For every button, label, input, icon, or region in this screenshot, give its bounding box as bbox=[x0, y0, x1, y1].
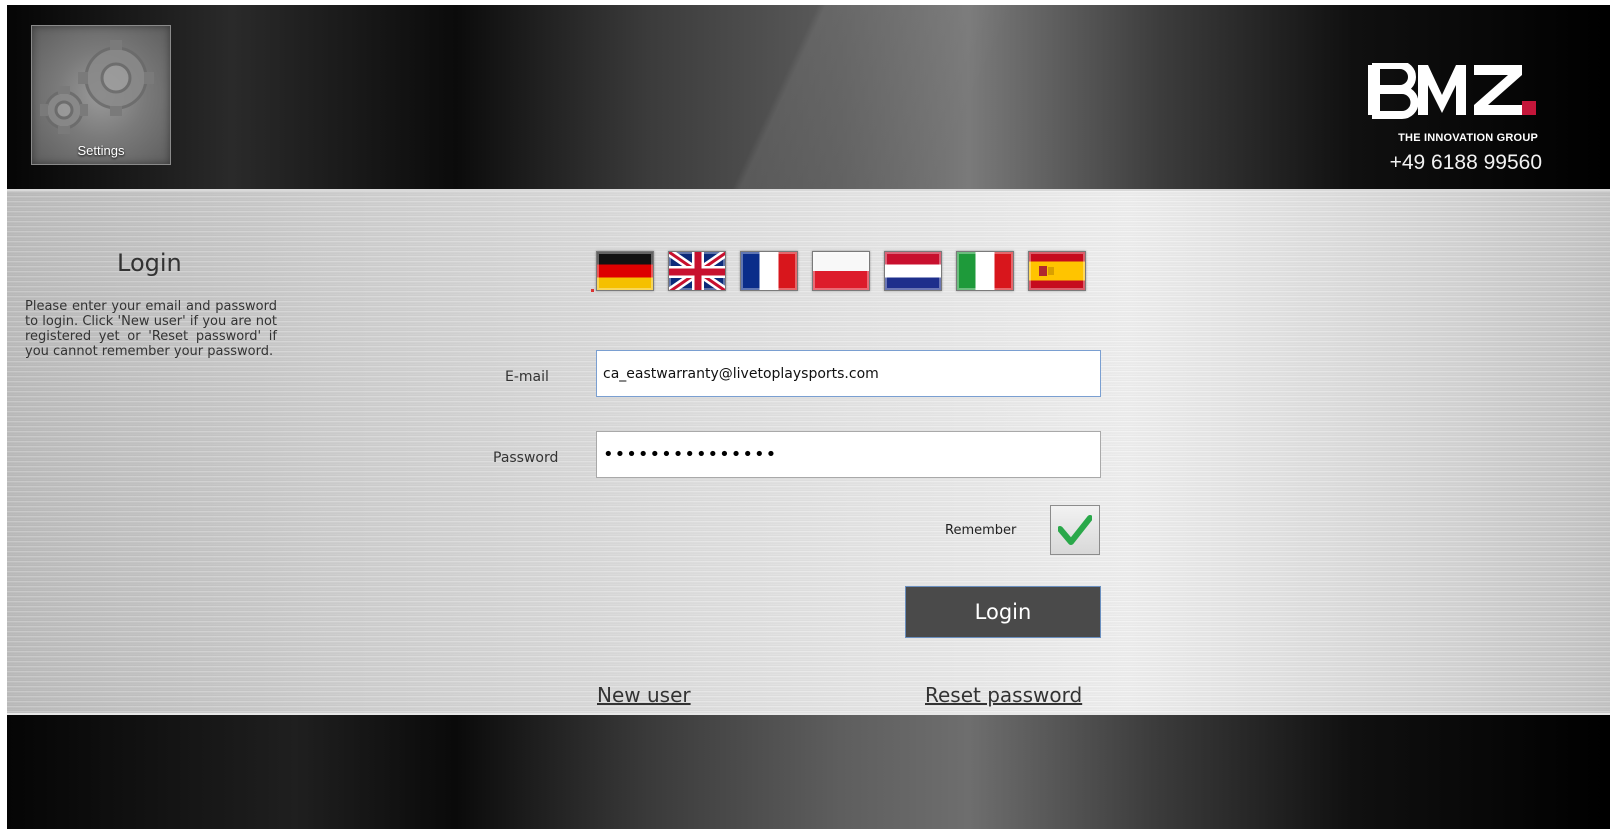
reset-password-link[interactable]: Reset password bbox=[925, 683, 1082, 707]
password-masked-value: ••••••••••••••• bbox=[603, 444, 778, 465]
password-label: Password bbox=[493, 450, 559, 466]
settings-label: Settings bbox=[77, 143, 125, 158]
new-user-link[interactable]: New user bbox=[597, 683, 691, 707]
logo-subtitle: THE INNOVATION GROUP bbox=[1398, 132, 1538, 144]
poland-flag-icon[interactable] bbox=[812, 251, 870, 291]
gear-icon bbox=[40, 40, 154, 134]
remember-label: Remember bbox=[945, 523, 1017, 538]
app-window: Settings THE INNOVATION GROUP +49 6188 9… bbox=[7, 5, 1610, 829]
phone-number: +49 6188 99560 bbox=[1389, 151, 1542, 174]
uk-flag-icon[interactable] bbox=[668, 251, 726, 291]
footer-bar bbox=[7, 715, 1610, 829]
settings-button[interactable]: Settings bbox=[31, 25, 171, 165]
focus-marker bbox=[591, 289, 594, 292]
login-panel: Login Please enter your email and passwo… bbox=[7, 191, 1610, 715]
italy-flag-icon[interactable] bbox=[956, 251, 1014, 291]
netherlands-flag-icon[interactable] bbox=[884, 251, 942, 291]
email-field[interactable] bbox=[596, 350, 1101, 397]
france-flag-icon[interactable] bbox=[740, 251, 798, 291]
email-label: E-mail bbox=[505, 369, 549, 385]
login-description: Please enter your email and password to … bbox=[25, 299, 277, 359]
spain-flag-icon[interactable] bbox=[1028, 251, 1086, 291]
bmz-logo bbox=[1368, 63, 1536, 119]
checkmark-icon bbox=[1058, 515, 1092, 545]
germany-flag-icon[interactable] bbox=[596, 251, 654, 291]
login-button[interactable]: Login bbox=[905, 586, 1101, 638]
remember-checkbox[interactable] bbox=[1050, 505, 1100, 555]
header-bar: Settings THE INNOVATION GROUP +49 6188 9… bbox=[7, 5, 1610, 191]
page-title: Login bbox=[117, 249, 182, 277]
language-selector bbox=[596, 251, 1086, 293]
